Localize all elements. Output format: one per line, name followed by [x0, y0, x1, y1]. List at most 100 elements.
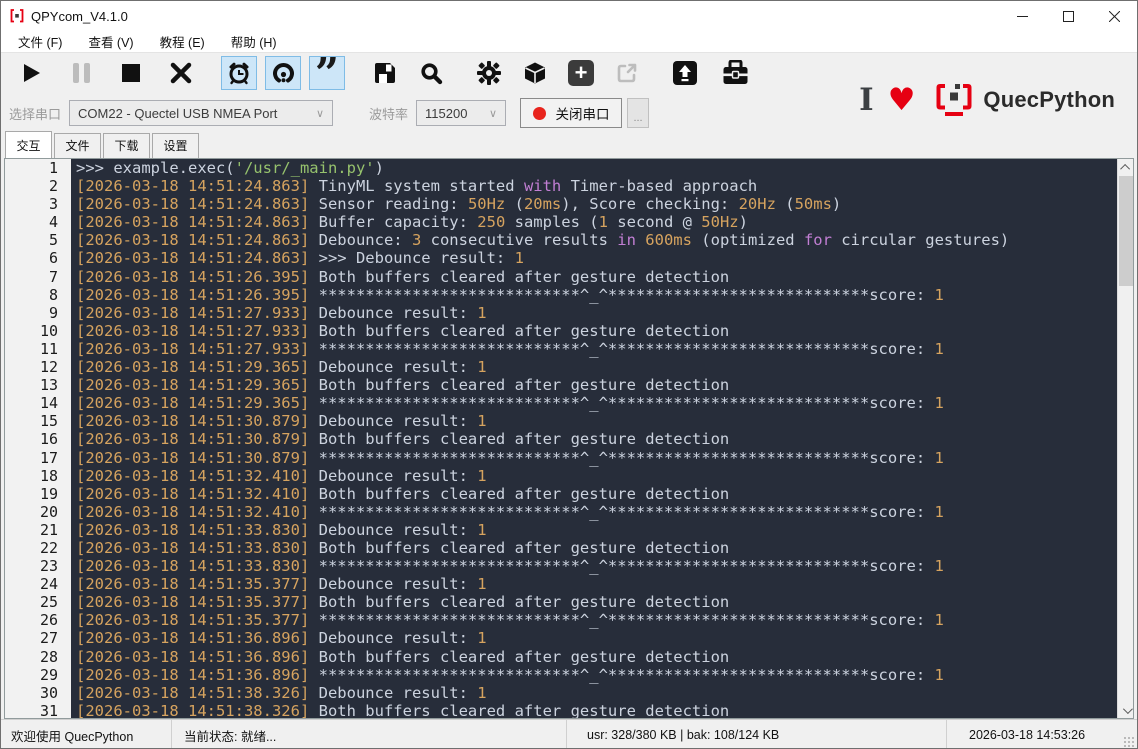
brand-name: QuecPython [983, 87, 1115, 113]
package-icon [523, 61, 547, 85]
play-icon [19, 61, 43, 85]
terminal-line: 17[2026-03-18 14:51:30.879] ************… [5, 449, 1117, 467]
status-state: 当前状态: 就绪... [184, 726, 276, 745]
scrollbar-thumb[interactable] [1119, 176, 1133, 286]
terminal-line: 5[2026-03-18 14:51:24.863] Debounce: 3 c… [5, 231, 1117, 249]
line-number: 30 [5, 684, 71, 702]
menu-tutorial[interactable]: 教程 (E) [151, 30, 214, 53]
terminal-line: 12[2026-03-18 14:51:29.365] Debounce res… [5, 358, 1117, 376]
status-datetime: 2026-03-18 14:53:26 [969, 728, 1085, 742]
terminal-line: 11[2026-03-18 14:51:27.933] ************… [5, 340, 1117, 358]
port-more-button[interactable]: ... [627, 98, 649, 128]
terminal-line: 26[2026-03-18 14:51:35.377] ************… [5, 611, 1117, 629]
plus-icon: + [568, 60, 594, 86]
baud-label: 波特率 [369, 104, 408, 123]
menu-view[interactable]: 查看 (V) [79, 30, 142, 53]
terminal-line: 9[2026-03-18 14:51:27.933] Debounce resu… [5, 304, 1117, 322]
close-window-button[interactable] [1091, 1, 1137, 31]
maximize-button[interactable] [1045, 1, 1091, 31]
status-bar: 欢迎使用 QuecPython 当前状态: 就绪... usr: 328/380… [1, 719, 1137, 749]
terminal-line: 16[2026-03-18 14:51:30.879] Both buffers… [5, 430, 1117, 448]
line-number: 25 [5, 593, 71, 611]
line-number: 7 [5, 268, 71, 286]
terminal-line: 2[2026-03-18 14:51:24.863] TinyML system… [5, 177, 1117, 195]
port-select[interactable]: COM22 - Quectel USB NMEA Port ∨ [69, 100, 333, 126]
add-button[interactable]: + [563, 56, 599, 90]
terminal-line: 8[2026-03-18 14:51:26.395] *************… [5, 286, 1117, 304]
search-button[interactable] [413, 56, 449, 90]
line-number: 9 [5, 304, 71, 322]
quotes-button[interactable]: ” [309, 56, 345, 90]
record-button[interactable] [265, 56, 301, 90]
terminal-line: 21[2026-03-18 14:51:33.830] Debounce res… [5, 521, 1117, 539]
line-number: 8 [5, 286, 71, 304]
port-open-indicator [533, 107, 546, 120]
terminal-line: 29[2026-03-18 14:51:36.896] ************… [5, 666, 1117, 684]
stop-button[interactable] [113, 56, 149, 90]
line-number: 27 [5, 629, 71, 647]
menu-help[interactable]: 帮助 (H) [222, 30, 286, 53]
terminal-line: 10[2026-03-18 14:51:27.933] Both buffers… [5, 322, 1117, 340]
line-number: 13 [5, 376, 71, 394]
terminal-line: 3[2026-03-18 14:51:24.863] Sensor readin… [5, 195, 1117, 213]
terminal-line: 19[2026-03-18 14:51:32.410] Both buffers… [5, 485, 1117, 503]
baud-select[interactable]: 115200 ∨ [416, 100, 506, 126]
line-number: 10 [5, 322, 71, 340]
upload-button[interactable] [667, 56, 703, 90]
window-title: QPYcom_V4.1.0 [31, 9, 128, 24]
save-icon [373, 61, 397, 85]
package-button[interactable] [517, 56, 553, 90]
chevron-down-icon: ∨ [306, 107, 324, 120]
chevron-down-icon: ∨ [479, 107, 497, 120]
line-number: 18 [5, 467, 71, 485]
terminal-line: 6[2026-03-18 14:51:24.863] >>> Debounce … [5, 249, 1117, 267]
terminal-line: 24[2026-03-18 14:51:35.377] Debounce res… [5, 575, 1117, 593]
settings-button[interactable] [471, 56, 507, 90]
tab-2[interactable]: 下载 [103, 133, 150, 158]
terminal-lines[interactable]: 1>>> example.exec('/usr/_main.py')2[2026… [5, 159, 1117, 718]
line-number: 11 [5, 340, 71, 358]
status-welcome: 欢迎使用 QuecPython [11, 726, 133, 745]
status-storage: usr: 328/380 KB | bak: 108/124 KB [587, 728, 779, 742]
terminal-line: 31[2026-03-18 14:51:38.326] Both buffers… [5, 702, 1117, 718]
line-number: 28 [5, 648, 71, 666]
tab-1[interactable]: 文件 [54, 133, 101, 158]
search-icon [420, 62, 443, 85]
line-number: 19 [5, 485, 71, 503]
timer-button[interactable] [221, 56, 257, 90]
line-number: 15 [5, 412, 71, 430]
terminal-panel: 1>>> example.exec('/usr/_main.py')2[2026… [4, 158, 1134, 719]
terminal-line: 22[2026-03-18 14:51:33.830] Both buffers… [5, 539, 1117, 557]
close-port-button[interactable]: 关闭串口 [520, 98, 622, 128]
line-number: 29 [5, 666, 71, 684]
terminal-line: 18[2026-03-18 14:51:32.410] Debounce res… [5, 467, 1117, 485]
upload-icon [672, 60, 698, 86]
line-number: 21 [5, 521, 71, 539]
tab-bar: 交互文件下载设置 [1, 133, 1137, 158]
serial-config-row: 选择串口 COM22 - Quectel USB NMEA Port ∨ 波特率… [1, 93, 1137, 133]
vertical-scrollbar[interactable] [1117, 159, 1133, 718]
app-window: QPYcom_V4.1.0 文件 (F) 查看 (V) 教程 (E) 帮助 (H… [0, 0, 1138, 749]
clear-button[interactable] [163, 56, 199, 90]
tab-3[interactable]: 设置 [152, 133, 199, 158]
tab-0[interactable]: 交互 [5, 131, 52, 158]
record-icon [271, 61, 296, 86]
toolbox-button[interactable] [717, 56, 753, 90]
terminal-line: 1>>> example.exec('/usr/_main.py') [5, 159, 1117, 177]
run-button[interactable] [13, 56, 49, 90]
scroll-up-icon[interactable] [1118, 159, 1134, 175]
menu-bar: 文件 (F) 查看 (V) 教程 (E) 帮助 (H) [1, 31, 1137, 53]
menu-file[interactable]: 文件 (F) [9, 30, 71, 53]
line-number: 26 [5, 611, 71, 629]
export-button [609, 56, 645, 90]
save-button[interactable] [367, 56, 403, 90]
line-number: 2 [5, 177, 71, 195]
scroll-down-icon[interactable] [1118, 702, 1134, 718]
minimize-button[interactable] [999, 1, 1045, 31]
line-number: 4 [5, 213, 71, 231]
line-number: 6 [5, 249, 71, 267]
resize-grip[interactable] [1123, 736, 1135, 748]
terminal-line: 15[2026-03-18 14:51:30.879] Debounce res… [5, 412, 1117, 430]
line-number: 22 [5, 539, 71, 557]
baud-select-value: 115200 [425, 106, 467, 121]
